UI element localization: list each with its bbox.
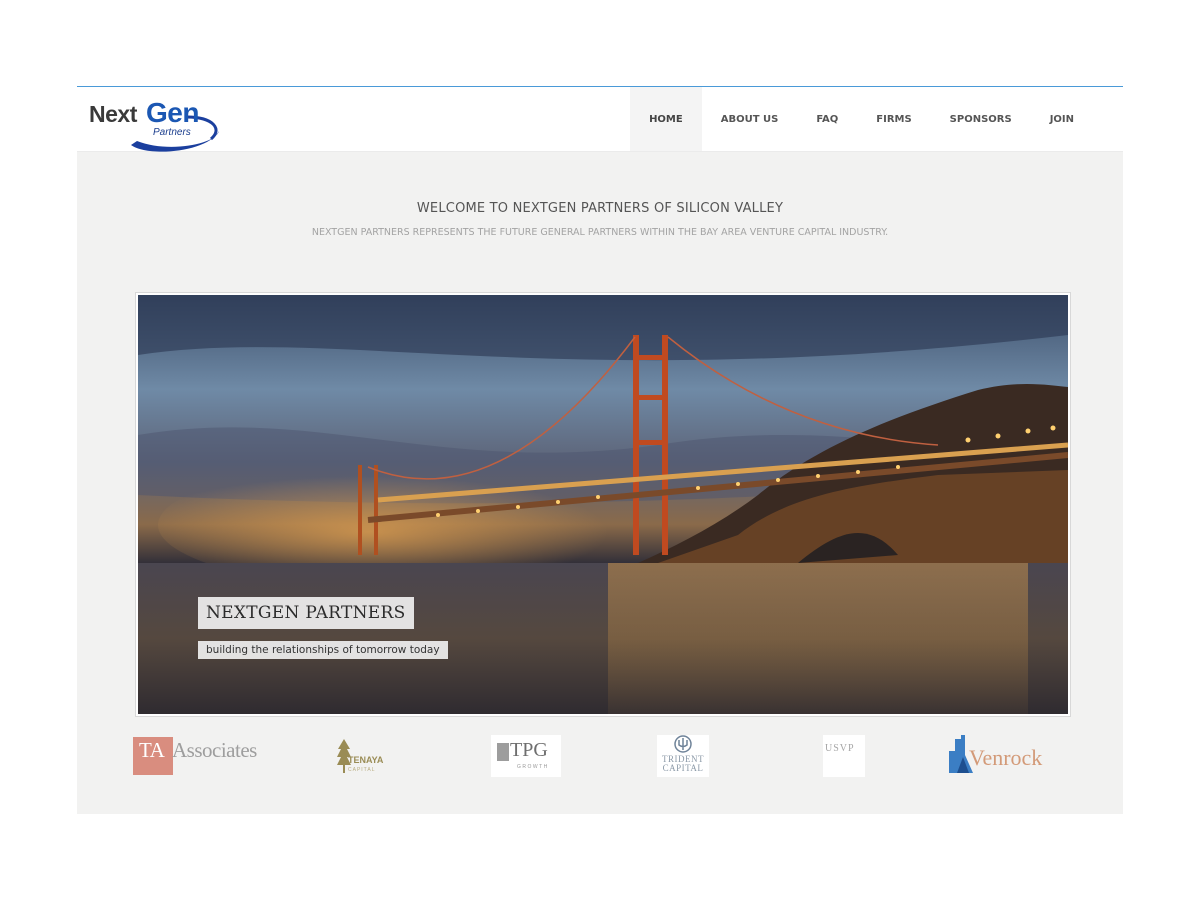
- ta-logo-text: TA: [139, 738, 165, 762]
- tpg-logo-subtext: GROWTH: [517, 764, 549, 770]
- tpg-mark-icon: [497, 743, 509, 761]
- ta-logo-text-associates: Associates: [172, 738, 257, 762]
- nav-firms[interactable]: FIRMS: [857, 87, 930, 151]
- welcome-heading: WELCOME TO NEXTGEN PARTNERS OF SILICON V…: [416, 201, 784, 216]
- hero-image-golden-gate-bridge: NEXTGEN PARTNERS building the relationsh…: [138, 295, 1068, 714]
- site-container: Next Gen Partners HOME ABOUT US FAQ FIRM…: [77, 86, 1123, 814]
- logo-word-next: Next: [89, 101, 137, 127]
- logo-word-partners: Partners: [153, 127, 191, 138]
- sponsor-usvp[interactable]: USVP: [823, 735, 865, 777]
- usvp-logo-text: USVP: [825, 743, 855, 754]
- trident-logo-text: TRIDENT CAPITAL: [661, 755, 705, 773]
- sponsor-venrock[interactable]: Venrock: [949, 735, 1059, 777]
- trident-emblem-icon: [674, 735, 692, 753]
- sponsor-tpg-growth[interactable]: TPG GROWTH: [491, 735, 561, 777]
- hero-slider[interactable]: NEXTGEN PARTNERS building the relationsh…: [135, 292, 1071, 717]
- nav-join[interactable]: JOIN: [1031, 87, 1093, 151]
- tpg-logo-text: TPG: [510, 739, 548, 761]
- sponsor-ta-associates[interactable]: TA Associates: [133, 735, 273, 777]
- welcome-tagline: NEXTGEN PARTNERS REPRESENTS THE FUTURE G…: [311, 227, 889, 238]
- nav-home[interactable]: HOME: [630, 87, 702, 151]
- nav-about-us[interactable]: ABOUT US: [702, 87, 798, 151]
- hero-caption-subtitle: building the relationships of tomorrow t…: [198, 641, 448, 659]
- nav-sponsors[interactable]: SPONSORS: [931, 87, 1031, 151]
- sponsor-trident-capital[interactable]: TRIDENT CAPITAL: [657, 735, 709, 777]
- sponsor-tenaya[interactable]: TENAYA CAPITAL: [335, 735, 395, 777]
- header: Next Gen Partners HOME ABOUT US FAQ FIRM…: [77, 87, 1123, 152]
- hero-caption-title: NEXTGEN PARTNERS: [198, 597, 414, 629]
- main-nav: HOME ABOUT US FAQ FIRMS SPONSORS JOIN: [630, 87, 1093, 151]
- logo-word-gen: Gen: [146, 97, 199, 128]
- nav-faq[interactable]: FAQ: [797, 87, 857, 151]
- tenaya-logo-subtext: CAPITAL: [348, 767, 376, 773]
- tenaya-logo-text: TENAYA: [348, 755, 384, 765]
- nextgen-logo[interactable]: Next Gen Partners: [87, 97, 219, 152]
- sponsor-logos: TA Associates TENAYA CAPITAL TPG GROWTH …: [77, 735, 1123, 777]
- trident-logo-line2: CAPITAL: [662, 763, 704, 773]
- venrock-logo-text: Venrock: [969, 745, 1043, 770]
